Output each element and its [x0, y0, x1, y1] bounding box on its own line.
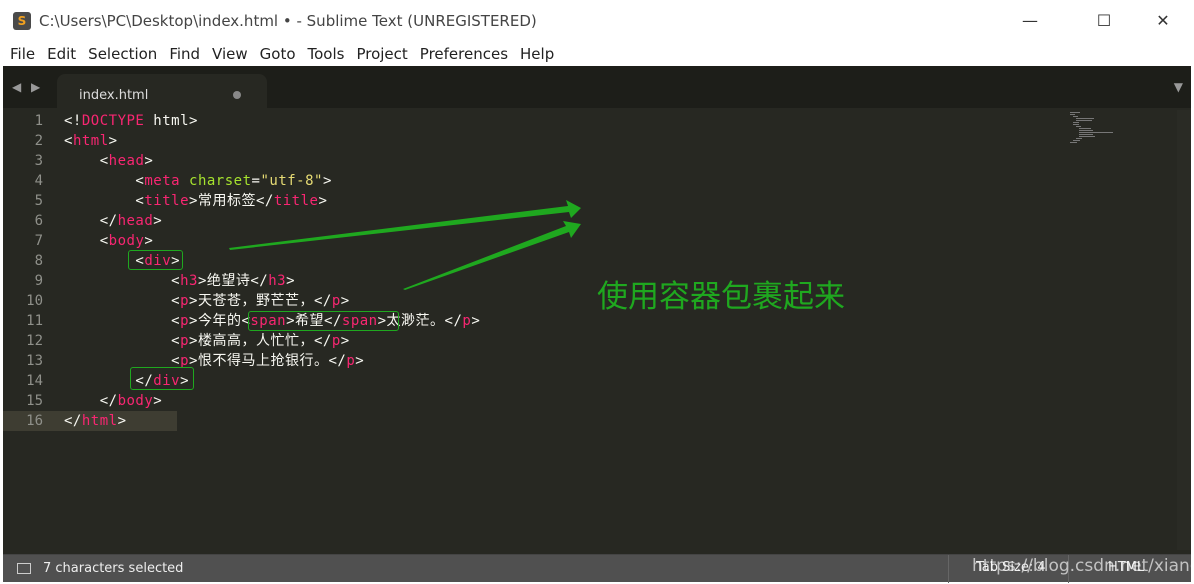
- menu-file[interactable]: File: [10, 45, 35, 63]
- maximize-button[interactable]: ☐: [1090, 8, 1118, 34]
- minimap[interactable]: [1068, 110, 1118, 144]
- annotation-text: 使用容器包裹起来: [597, 279, 845, 315]
- menu-goto[interactable]: Goto: [260, 45, 296, 63]
- editor[interactable]: ◀ ▶ index.html ▼ 1 <!DOCTYPE html> 2 <html>…: [3, 66, 1191, 554]
- menu-help[interactable]: Help: [520, 45, 554, 63]
- panel-toggle-icon[interactable]: [17, 563, 31, 574]
- close-button[interactable]: ✕: [1149, 8, 1177, 34]
- menu-view[interactable]: View: [212, 45, 248, 63]
- menu-edit[interactable]: Edit: [47, 45, 76, 63]
- title-bar: S C:\Users\PC\Desktop\index.html • - Sub…: [0, 0, 1194, 42]
- window-title: C:\Users\PC\Desktop\index.html • - Subli…: [39, 12, 537, 30]
- watermark: https://blog.csdn.net/xiangchi7: [972, 556, 1194, 576]
- arrow-2: [403, 221, 581, 290]
- menu-preferences[interactable]: Preferences: [420, 45, 508, 63]
- selection-status: 7 characters selected: [43, 561, 184, 576]
- divider: [948, 555, 949, 583]
- sublime-logo-icon: S: [13, 12, 31, 30]
- minimize-button[interactable]: —: [1016, 8, 1044, 34]
- menu-bar: File Edit Selection Find View Goto Tools…: [0, 42, 1194, 66]
- menu-find[interactable]: Find: [169, 45, 200, 63]
- vertical-scrollbar[interactable]: [1177, 110, 1191, 550]
- menu-project[interactable]: Project: [356, 45, 407, 63]
- menu-tools[interactable]: Tools: [308, 45, 345, 63]
- menu-selection[interactable]: Selection: [88, 45, 157, 63]
